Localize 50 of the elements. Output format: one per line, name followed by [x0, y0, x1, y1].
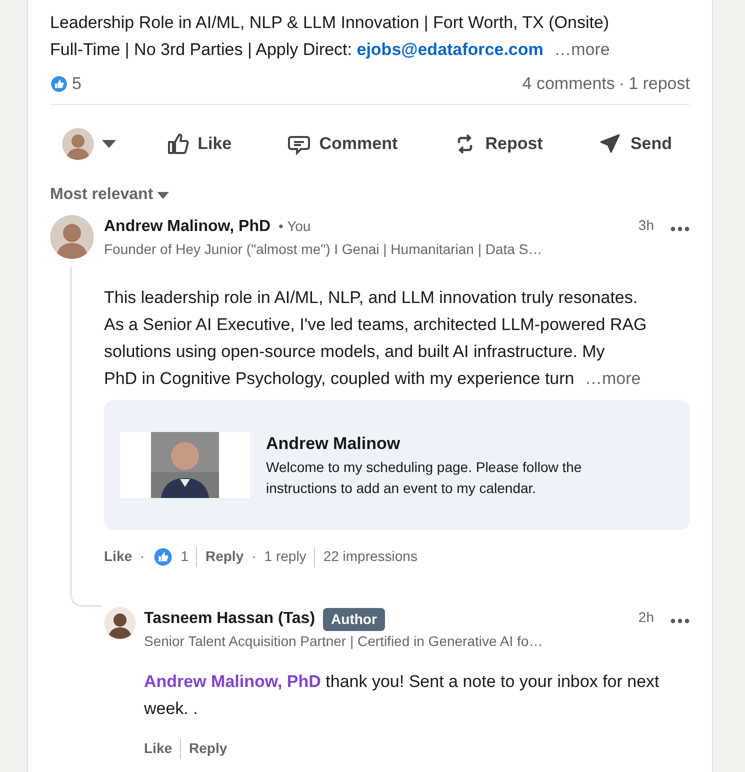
- reposts-count[interactable]: 1 repost: [628, 70, 690, 96]
- comment-button[interactable]: Comment: [277, 123, 408, 165]
- link-preview-card[interactable]: Andrew Malinow Welcome to my scheduling page. Please follow the instructions to add an event to my calendar.: [104, 400, 690, 530]
- comment-text: solutions using open-source models, and built AI infrastructure. My: [104, 342, 605, 361]
- like-button[interactable]: Like: [144, 738, 172, 759]
- see-more-link[interactable]: …more: [554, 40, 610, 59]
- author-headline: Senior Talent Acquisition Partner | Certified in Generative AI fo…: [144, 632, 543, 651]
- like-icon: [166, 132, 190, 156]
- comment-time: 3h: [638, 216, 654, 235]
- reply-text: Andrew Malinow, PhD thank you! Sent a note to your inbox for next week. .: [144, 671, 660, 720]
- comments-count[interactable]: 4 comments: [522, 70, 615, 96]
- replies-count[interactable]: 1 reply: [264, 546, 306, 567]
- repost-button[interactable]: Repost: [443, 123, 553, 165]
- comment-text: PhD in Cognitive Psychology, coupled with my experience turn: [104, 369, 574, 388]
- like-button[interactable]: Like: [104, 546, 132, 567]
- reply-button[interactable]: Reply: [205, 546, 244, 567]
- sort-dropdown[interactable]: Most relevant: [50, 183, 170, 207]
- more-icon: [670, 226, 690, 232]
- caret-icon: [157, 192, 170, 198]
- like-button[interactable]: Like: [156, 123, 242, 165]
- author-headline: Founder of Hey Junior ("almost me") I Genai | Humanitarian | Data S…: [104, 240, 542, 259]
- separator-dot: ·: [252, 547, 256, 566]
- author-name[interactable]: Andrew Malinow, PhD: [104, 215, 271, 239]
- see-more-link[interactable]: …more: [585, 369, 641, 388]
- post-text: Leadership Role in AI/ML, NLP & LLM Innovation | Fort Worth, TX (Onsite): [50, 13, 610, 32]
- email-link[interactable]: ejobs@edataforce.com: [356, 40, 544, 59]
- comment-time: 2h: [638, 608, 654, 627]
- reaction-count[interactable]: 1: [180, 546, 188, 567]
- like-reaction-icon: [152, 546, 173, 566]
- post-text: Full-Time | No 3rd Parties | Apply Direct:: [50, 40, 352, 59]
- more-icon: [670, 618, 690, 624]
- reply-button[interactable]: Reply: [189, 738, 228, 759]
- like-reaction-icon: [50, 74, 68, 92]
- mention-link[interactable]: Andrew Malinow, PhD: [144, 672, 321, 691]
- avatar-icon: [50, 215, 94, 259]
- author-badge: Author: [323, 608, 385, 630]
- avatar-icon: [62, 128, 94, 160]
- preview-description: Welcome to my scheduling page. Please follow the instructions to add an event to my calendar.: [266, 458, 583, 498]
- caret-icon: [102, 140, 116, 148]
- author-name[interactable]: Tasneem Hassan (Tas): [144, 607, 316, 631]
- separator-dot: ·: [618, 72, 625, 95]
- you-label: • You: [278, 217, 311, 236]
- reaction-count[interactable]: 5: [72, 70, 82, 96]
- comment-text: This leadership role in AI/ML, NLP, and LLM innovation truly resonates.: [104, 288, 638, 307]
- send-button[interactable]: Send: [588, 123, 682, 165]
- avatar-icon: [104, 607, 136, 639]
- impressions-count: 22 impressions: [323, 547, 418, 566]
- separator-dot: ·: [140, 547, 145, 566]
- comment-text: As a Senior AI Executive, I've led teams, architected LLM-powered RAG: [104, 315, 647, 334]
- preview-title: Andrew Malinow: [266, 433, 402, 456]
